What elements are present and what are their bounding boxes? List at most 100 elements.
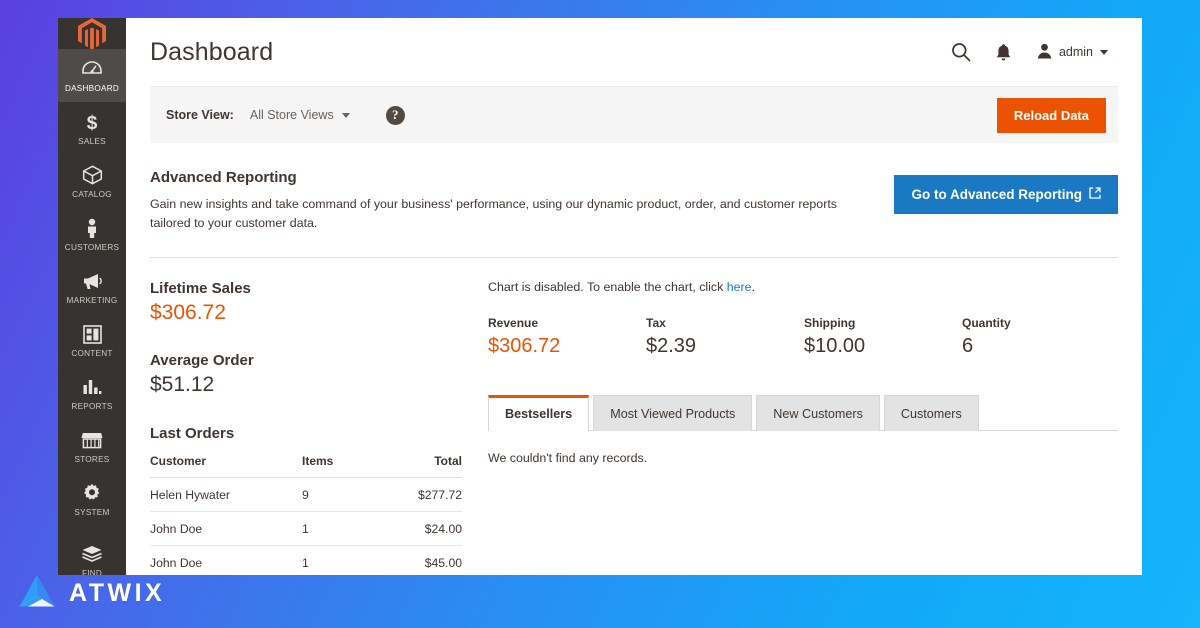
sidebar-item-reports[interactable]: REPORTS [58, 367, 126, 420]
table-row[interactable]: John Doe 1 $24.00 [150, 511, 462, 547]
page-header: Dashboard admin [126, 18, 1142, 86]
table-row[interactable]: Helen Hywater 9 $277.72 [150, 477, 462, 513]
magento-admin-window: DASHBOARD $ SALES CATALOG CUSTOMERS MARK… [58, 18, 1142, 575]
search-icon[interactable] [951, 42, 971, 62]
store-view-label: Store View: [166, 108, 234, 123]
sidebar-item-label: CATALOG [72, 190, 112, 199]
chart-disabled-text-end: . [751, 280, 756, 295]
person-icon [85, 217, 99, 239]
cell-customer: John Doe [150, 511, 302, 547]
chevron-down-icon [341, 112, 350, 118]
enable-chart-link[interactable]: here [727, 280, 752, 294]
dashboard-left-column: Lifetime Sales $306.72 Average Order $51… [150, 280, 462, 575]
question-mark-icon[interactable]: ? [385, 105, 405, 125]
dashboard-content: Advanced Reporting Gain new insights and… [126, 143, 1142, 575]
last-orders-title: Last Orders [150, 425, 235, 443]
sidebar-item-customers[interactable]: CUSTOMERS [58, 208, 126, 261]
stat-label: Revenue [488, 316, 539, 331]
cell-items: 1 [302, 511, 378, 547]
main-content-area: Dashboard admin Store View: All Store Vi… [126, 18, 1142, 575]
atwix-wordmark: ATWIX [69, 579, 166, 607]
admin-account-label: admin [1058, 45, 1093, 59]
admin-sidebar: DASHBOARD $ SALES CATALOG CUSTOMERS MARK… [58, 18, 126, 575]
layout-page-icon [82, 323, 102, 345]
go-to-advanced-reporting-button[interactable]: Go to Advanced Reporting [894, 175, 1118, 215]
chevron-down-icon [1100, 49, 1108, 55]
tab-bestsellers[interactable]: Bestsellers [488, 395, 590, 432]
store-view-bar: Store View: All Store Views ? Reload Dat… [150, 86, 1118, 144]
sidebar-item-marketing[interactable]: MARKETING [58, 261, 126, 314]
sidebar-item-system[interactable]: SYSTEM [58, 473, 126, 526]
go-to-advanced-reporting-label: Go to Advanced Reporting [911, 187, 1082, 203]
sidebar-item-content[interactable]: CONTENT [58, 314, 126, 367]
stat-shipping: Shipping $10.00 [804, 316, 962, 358]
tab-customers[interactable]: Customers [883, 395, 979, 432]
sidebar-item-label: STORES [74, 455, 110, 464]
cell-customer: Helen Hywater [150, 477, 302, 513]
stat-label: Shipping [804, 316, 856, 331]
stat-tax: Tax $2.39 [646, 316, 804, 358]
external-link-icon [1089, 187, 1101, 202]
lifetime-sales-block: Lifetime Sales $306.72 [150, 280, 462, 325]
extensions-box-icon [81, 543, 103, 565]
bar-chart-icon [82, 376, 102, 398]
cell-total: $45.00 [378, 545, 462, 575]
column-header-total: Total [378, 450, 462, 479]
advanced-reporting-section: Advanced Reporting Gain new insights and… [150, 143, 1118, 259]
sidebar-item-find-partners-extensions[interactable]: FIND PARTNERS & EXTENSIONS [58, 534, 126, 575]
stat-value: $2.39 [646, 335, 697, 358]
store-view-selected-value: All Store Views [249, 108, 334, 123]
sidebar-item-catalog[interactable]: CATALOG [58, 155, 126, 208]
advanced-reporting-title: Advanced Reporting [150, 169, 297, 187]
dashboard-right-column: Chart is disabled. To enable the chart, … [462, 280, 1118, 575]
chart-disabled-message: Chart is disabled. To enable the chart, … [488, 280, 1118, 294]
tab-most-viewed-products[interactable]: Most Viewed Products [593, 395, 753, 432]
sidebar-item-dashboard[interactable]: DASHBOARD [58, 49, 126, 102]
cell-total: $277.72 [378, 477, 462, 513]
stat-value: 6 [962, 335, 974, 358]
average-order-title: Average Order [150, 352, 254, 370]
dashboard-tabs: Bestsellers Most Viewed Products New Cus… [488, 394, 1118, 432]
tab-panel-empty-message: We couldn't find any records. [488, 451, 648, 466]
box-icon [82, 164, 103, 186]
advanced-reporting-text: Advanced Reporting Gain new insights and… [150, 169, 874, 233]
cell-customer: John Doe [150, 545, 302, 575]
sidebar-item-stores[interactable]: STORES [58, 420, 126, 473]
dashboard-gauge-icon [82, 58, 102, 80]
store-view-select[interactable]: All Store Views [250, 108, 350, 122]
reload-data-button[interactable]: Reload Data [996, 97, 1106, 133]
stat-label: Tax [646, 316, 666, 331]
sidebar-item-label: CONTENT [71, 349, 113, 358]
atwix-triangle-icon [18, 573, 56, 614]
page-title: Dashboard [150, 37, 274, 66]
table-header-row: Customer Items Total [150, 450, 462, 479]
dollar-sign-icon: $ [85, 111, 99, 133]
stat-value: $306.72 [488, 335, 561, 358]
average-order-block: Average Order $51.12 [150, 352, 462, 397]
cell-items: 9 [302, 477, 378, 513]
stats-row: Revenue $306.72 Tax $2.39 Shipping $10.0… [488, 316, 1118, 358]
column-header-customer: Customer [150, 450, 302, 479]
lifetime-sales-value: $306.72 [150, 301, 226, 325]
sidebar-item-label: REPORTS [71, 402, 113, 411]
stat-revenue: Revenue $306.72 [488, 316, 646, 358]
cell-items: 1 [302, 545, 378, 575]
cell-total: $24.00 [378, 511, 462, 547]
sidebar-item-label: MARKETING [66, 296, 118, 305]
megaphone-icon [81, 270, 103, 292]
admin-account-menu[interactable]: admin [1036, 43, 1108, 62]
lifetime-sales-title: Lifetime Sales [150, 280, 251, 298]
sidebar-item-label: SYSTEM [74, 508, 110, 517]
magento-logo-icon[interactable] [58, 18, 126, 49]
sidebar-item-sales[interactable]: $ SALES [58, 102, 126, 155]
table-row[interactable]: John Doe 1 $45.00 [150, 545, 462, 575]
advanced-reporting-description: Gain new insights and take command of yo… [150, 197, 837, 231]
sidebar-item-label: DASHBOARD [64, 84, 120, 93]
header-actions: admin [951, 42, 1108, 62]
gear-icon [82, 482, 102, 504]
stat-quantity: Quantity 6 [962, 316, 1120, 358]
tab-new-customers[interactable]: New Customers [756, 395, 880, 432]
bell-icon[interactable] [995, 43, 1012, 62]
dashboard-columns: Lifetime Sales $306.72 Average Order $51… [150, 258, 1118, 575]
average-order-value: $51.12 [150, 373, 215, 397]
